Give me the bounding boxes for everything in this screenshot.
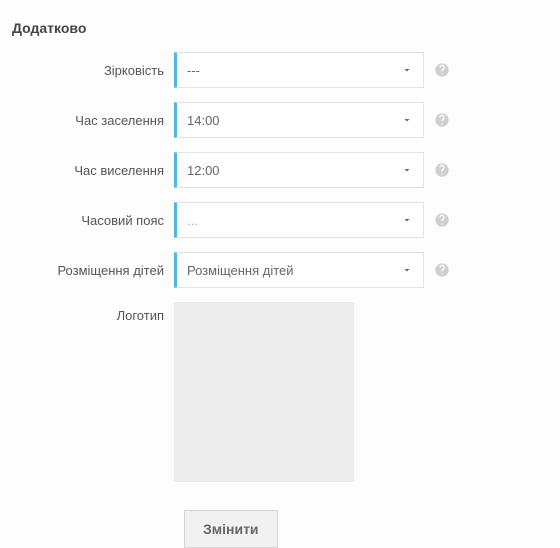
select-value: Розміщення дітей <box>187 263 401 278</box>
select-checkout[interactable]: 12:00 <box>174 152 424 188</box>
help-icon[interactable] <box>434 62 450 78</box>
logo-upload-area[interactable] <box>174 302 354 482</box>
field-logo: Логотип <box>12 302 548 482</box>
section-title: Додатково <box>12 20 548 36</box>
chevron-down-icon <box>401 264 413 276</box>
help-icon[interactable] <box>434 112 450 128</box>
label-logo: Логотип <box>12 302 174 323</box>
select-kids[interactable]: Розміщення дітей <box>174 252 424 288</box>
label-checkin: Час заселення <box>12 113 174 128</box>
help-icon[interactable] <box>434 162 450 178</box>
field-kids: Розміщення дітей Розміщення дітей <box>12 252 548 288</box>
select-value: ... <box>187 213 401 228</box>
label-checkout: Час виселення <box>12 163 174 178</box>
select-stars[interactable]: --- <box>174 52 424 88</box>
label-tz: Часовий пояс <box>12 213 174 228</box>
change-button[interactable]: Змінити <box>184 510 278 548</box>
chevron-down-icon <box>401 114 413 126</box>
chevron-down-icon <box>401 214 413 226</box>
chevron-down-icon <box>401 64 413 76</box>
field-tz: Часовий пояс ... <box>12 202 548 238</box>
field-checkout: Час виселення 12:00 <box>12 152 548 188</box>
label-kids: Розміщення дітей <box>12 263 174 278</box>
label-stars: Зірковість <box>12 63 174 78</box>
select-checkin[interactable]: 14:00 <box>174 102 424 138</box>
select-value: --- <box>187 63 401 78</box>
help-icon[interactable] <box>434 262 450 278</box>
help-icon[interactable] <box>434 212 450 228</box>
select-tz[interactable]: ... <box>174 202 424 238</box>
chevron-down-icon <box>401 164 413 176</box>
select-value: 12:00 <box>187 163 401 178</box>
select-value: 14:00 <box>187 113 401 128</box>
field-checkin: Час заселення 14:00 <box>12 102 548 138</box>
field-stars: Зірковість --- <box>12 52 548 88</box>
